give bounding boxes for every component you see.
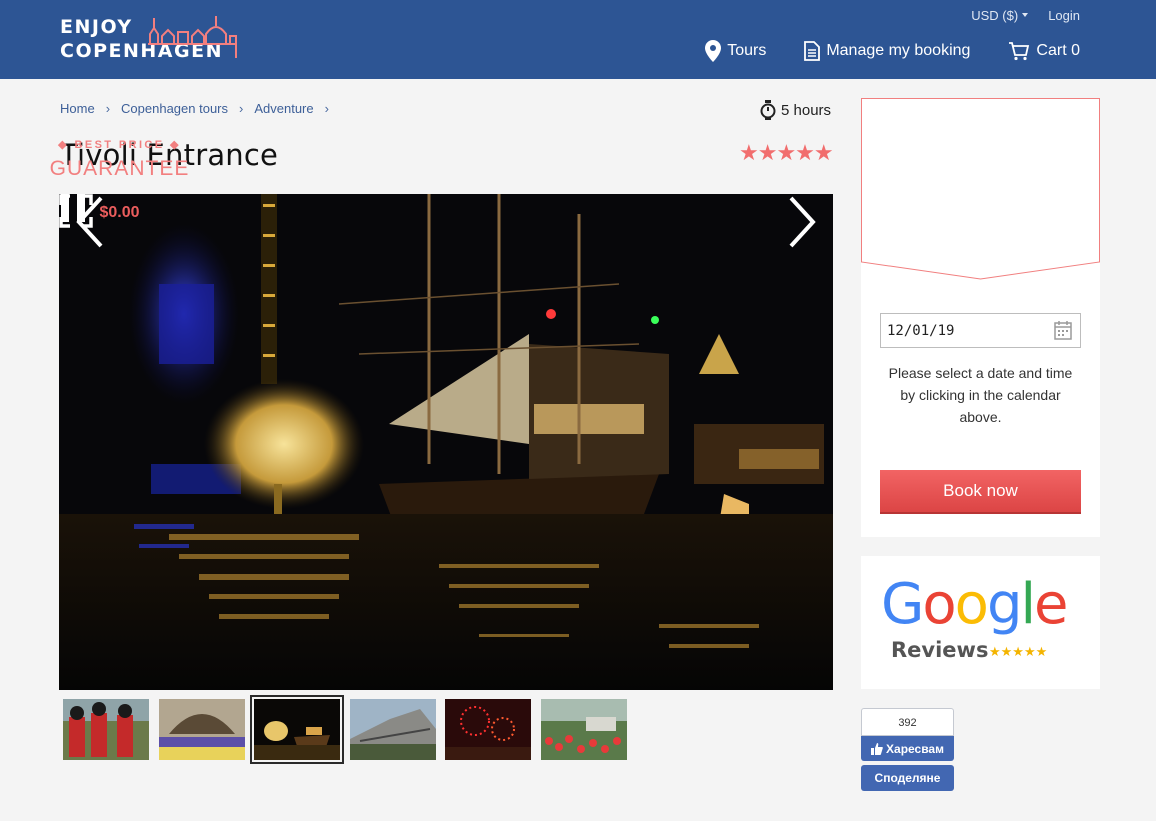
document-icon — [804, 41, 821, 61]
tivoli-night-photo — [59, 194, 833, 690]
thumbnail-image — [540, 699, 627, 760]
thumbnail-gardens[interactable] — [158, 699, 245, 760]
guarantee-label: GUARANTEE — [49, 157, 190, 180]
site-header: ENJOY COPENHAGEN USD ($) Login Tours Man… — [0, 0, 1156, 79]
google-logo: Google — [881, 572, 1069, 637]
price-guarantee-badge — [861, 98, 1100, 280]
breadcrumb-home[interactable]: Home — [60, 101, 95, 116]
best-price-label: ◆ BEST PRICE ◆ — [58, 139, 181, 151]
tour-price: $0.00 — [99, 204, 140, 221]
top-links: USD ($) Login — [971, 8, 1080, 23]
tour-duration: 5 hours — [760, 100, 831, 120]
breadcrumb-adventure[interactable]: Adventure — [254, 101, 313, 116]
facebook-like-button[interactable]: Харесвам — [861, 736, 954, 761]
thumbnail-image — [349, 699, 436, 760]
thumbnail-tulips[interactable] — [540, 699, 627, 760]
reviews-label: Reviews — [891, 638, 989, 662]
login-link[interactable]: Login — [1048, 8, 1080, 23]
thumbnail-ship-night[interactable] — [250, 695, 344, 764]
stopwatch-icon — [760, 100, 776, 120]
thumbnail-fireworks[interactable] — [445, 699, 531, 760]
thumbnail-image — [63, 699, 149, 760]
breadcrumb: Home › Copenhagen tours › Adventure › — [60, 101, 340, 116]
nav-manage-label: Manage my booking — [826, 42, 971, 59]
date-help-text: Please select a date and time by clickin… — [888, 365, 1073, 425]
nav-tours[interactable]: Tours — [705, 40, 766, 62]
duration-text: 5 hours — [781, 101, 832, 119]
google-reviews-card[interactable]: Google Reviews ★★★★★ — [861, 556, 1100, 689]
chevron-right-icon: › — [105, 101, 111, 116]
facebook-share-button[interactable]: Споделяне — [861, 765, 954, 791]
calendar-icon[interactable] — [1054, 320, 1072, 340]
like-count: 392 — [861, 708, 954, 736]
chevron-right-icon: › — [239, 101, 244, 116]
nav-manage-booking[interactable]: Manage my booking — [804, 40, 970, 62]
thumbnail-rollercoaster[interactable] — [349, 699, 436, 760]
chevron-right-icon: › — [324, 101, 329, 116]
book-now-button[interactable]: Book now — [880, 470, 1081, 514]
thumbnail-image — [445, 699, 531, 760]
map-pin-icon — [705, 40, 722, 62]
nav-tours-label: Tours — [727, 42, 767, 59]
thumbnail-image — [254, 699, 340, 760]
breadcrumb-copenhagen-tours[interactable]: Copenhagen tours — [121, 101, 228, 116]
thumbnail-image — [158, 699, 245, 760]
like-label: Харесвам — [886, 741, 944, 756]
gallery-main-image[interactable] — [59, 194, 833, 690]
date-field[interactable] — [880, 313, 1081, 348]
nav-cart[interactable]: Cart 0 — [1008, 40, 1080, 62]
main-nav: Tours Manage my booking Cart 0 — [705, 40, 1080, 62]
next-image-button[interactable] — [781, 194, 821, 250]
thumbnail-guards[interactable] — [63, 699, 149, 760]
thumbs-up-icon — [871, 742, 883, 755]
facebook-widget: 392 Харесвам Споделяне — [861, 708, 954, 791]
rating-stars: ★★★★★ — [739, 140, 834, 165]
nav-cart-label: Cart 0 — [1036, 42, 1080, 59]
currency-selector[interactable]: USD ($) — [971, 8, 1028, 23]
gallery-thumbnails — [63, 695, 636, 764]
google-rating-stars: ★★★★★ — [989, 644, 1048, 659]
cart-icon — [1009, 42, 1030, 61]
skyline-icon — [148, 16, 237, 58]
